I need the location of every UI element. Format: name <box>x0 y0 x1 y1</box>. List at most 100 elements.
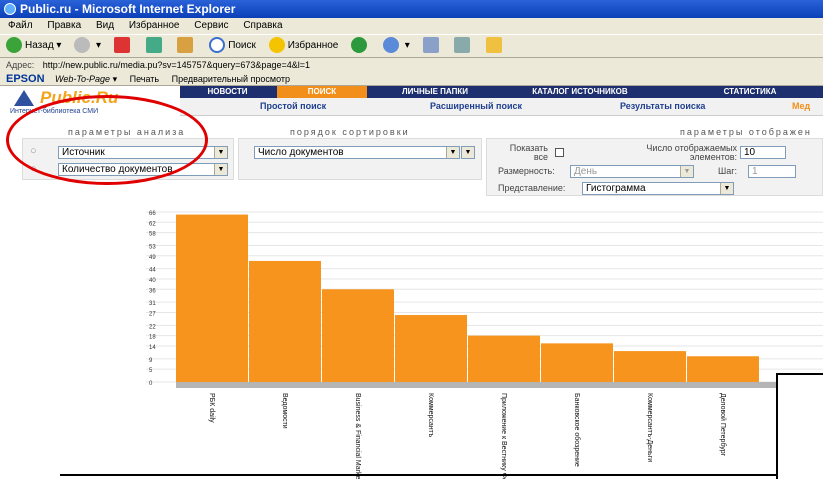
media-icon <box>351 37 368 54</box>
chevron-down-icon: ▼ <box>680 166 693 177</box>
nav-personal-folders[interactable]: ЛИЧНЫЕ ПАПКИ <box>375 86 495 98</box>
tab-simple-search[interactable]: Простой поиск <box>260 101 326 111</box>
y-tick-label: 14 <box>149 345 156 351</box>
menu-bar: Файл Правка Вид Избранное Сервис Справка <box>0 18 823 34</box>
bottom-rule <box>60 474 776 476</box>
print-button[interactable] <box>454 35 473 57</box>
toolbar: Назад ▾ ▾ Поиск Избранное ▾ <box>0 34 823 58</box>
x-category-label: Коммерсантъ-Деньги <box>646 393 653 462</box>
y-tick-label: 62 <box>149 221 156 227</box>
nav-source-catalog[interactable]: КАТАЛОГ ИСТОЧНИКОВ <box>500 86 660 98</box>
y-tick-label: 40 <box>149 278 156 284</box>
bar <box>322 289 394 382</box>
y-tick-label: 58 <box>149 232 156 238</box>
nav-search[interactable]: ПОИСК <box>277 86 367 98</box>
folder-button[interactable] <box>486 35 505 57</box>
show-all-label: Показать все <box>509 143 548 162</box>
back-button[interactable]: Назад ▾ <box>6 35 61 57</box>
x-category-label: Деловой Петербург <box>719 393 727 457</box>
media-button[interactable] <box>351 35 370 57</box>
favorites-button[interactable]: Избранное <box>268 35 339 57</box>
y-tick-label: 36 <box>149 288 156 294</box>
red-annotation-ellipse <box>6 95 208 185</box>
y-tick-label: 27 <box>149 311 156 317</box>
menu-tools[interactable]: Сервис <box>194 20 228 31</box>
address-bar: Адрес: http://new.public.ru/media.pu?sv=… <box>0 58 823 72</box>
mail-icon <box>422 37 439 54</box>
refresh-button[interactable] <box>145 35 165 57</box>
search-label: Поиск <box>228 40 256 51</box>
histogram-chart: 05914182227313640444953586266РБК daily Ве… <box>146 211 823 479</box>
x-category-label: Банковское обозрение <box>573 393 581 467</box>
epson-preview-button[interactable]: Предварительный просмотр <box>172 74 290 84</box>
star-icon <box>268 37 285 54</box>
x-category-label: Ведомости <box>281 393 288 429</box>
mail-button[interactable] <box>422 35 442 57</box>
sort-order-select[interactable]: Число документов ▼ <box>254 146 460 159</box>
x-category-label: Коммерсантъ <box>427 393 434 438</box>
granularity-label: Размерность: <box>498 166 555 176</box>
overlay-box <box>776 373 823 479</box>
display-params-heading: параметры отображен <box>680 127 812 137</box>
element-count-label: Число отображаемых элементов: <box>646 143 737 162</box>
menu-file[interactable]: Файл <box>8 20 33 31</box>
granularity-select[interactable]: День ▼ <box>570 165 694 178</box>
favorites-label: Избранное <box>287 40 339 51</box>
window-title: Public.ru - Microsoft Internet Explorer <box>20 2 236 16</box>
tab-media[interactable]: Мед <box>792 101 810 111</box>
web-to-page-button[interactable]: Web-To-Page ▾ <box>55 74 117 84</box>
history-icon <box>382 37 399 54</box>
back-label: Назад <box>25 40 54 51</box>
chevron-down-icon: ▼ <box>446 147 459 158</box>
view-label: Представление: <box>498 183 566 193</box>
main-nav: НОВОСТИ ПОИСК ЛИЧНЫЕ ПАПКИ КАТАЛОГ ИСТОЧ… <box>180 86 823 98</box>
stop-icon <box>113 37 130 54</box>
search-button[interactable]: Поиск <box>209 35 256 57</box>
history-button[interactable]: ▾ <box>382 35 410 57</box>
sort-order-value: Число документов <box>258 147 344 158</box>
back-arrow-icon <box>6 37 22 54</box>
menu-favorites[interactable]: Избранное <box>129 20 180 31</box>
nav-news[interactable]: НОВОСТИ <box>180 86 275 98</box>
granularity-value: День <box>574 166 598 177</box>
sort-panel <box>238 138 482 180</box>
chevron-down-icon: ▼ <box>214 164 227 175</box>
show-all-checkbox[interactable] <box>555 148 564 157</box>
address-input[interactable]: http://new.public.ru/media.pu?sv=145757&… <box>43 60 310 70</box>
x-axis-band <box>176 382 823 388</box>
chevron-down-icon: ▼ <box>720 183 733 194</box>
tab-advanced-search[interactable]: Расширенный поиск <box>430 101 522 111</box>
printer-icon <box>454 37 471 54</box>
element-count-input[interactable]: 10 <box>740 146 786 159</box>
view-select[interactable]: Гистограмма ▼ <box>582 182 734 195</box>
bar <box>614 351 686 382</box>
sort-order-heading: порядок сортировки <box>290 127 410 137</box>
chevron-down-icon: ▼ <box>214 147 227 158</box>
sort-direction-button[interactable]: ▼ <box>461 146 475 159</box>
ie-icon <box>4 3 16 15</box>
bar <box>468 335 540 382</box>
home-icon <box>177 37 194 54</box>
tab-search-results[interactable]: Результаты поиска <box>620 101 705 111</box>
web-to-page-label: Web-To-Page <box>55 74 111 84</box>
menu-help[interactable]: Справка <box>243 20 282 31</box>
menu-edit[interactable]: Правка <box>47 20 81 31</box>
menu-view[interactable]: Вид <box>96 20 114 31</box>
x-category-label: Business & Financial Markets <box>354 393 361 479</box>
stop-button[interactable] <box>113 35 133 57</box>
bar <box>176 214 248 382</box>
forward-button[interactable]: ▾ <box>74 35 101 57</box>
folder-icon <box>486 37 503 54</box>
home-button[interactable] <box>177 35 196 57</box>
epson-toolbar: EPSON Web-To-Page ▾ Печать Предварительн… <box>0 72 823 86</box>
nav-statistics[interactable]: СТАТИСТИКА <box>680 86 820 98</box>
epson-logo: EPSON <box>6 73 45 85</box>
bar <box>395 315 467 382</box>
epson-print-button[interactable]: Печать <box>130 74 159 84</box>
forward-arrow-icon <box>74 37 91 54</box>
step-input[interactable]: 1 <box>748 165 796 178</box>
y-tick-label: 53 <box>149 244 156 250</box>
address-label: Адрес: <box>6 60 35 70</box>
bar <box>249 260 321 382</box>
y-tick-label: 49 <box>149 255 156 261</box>
